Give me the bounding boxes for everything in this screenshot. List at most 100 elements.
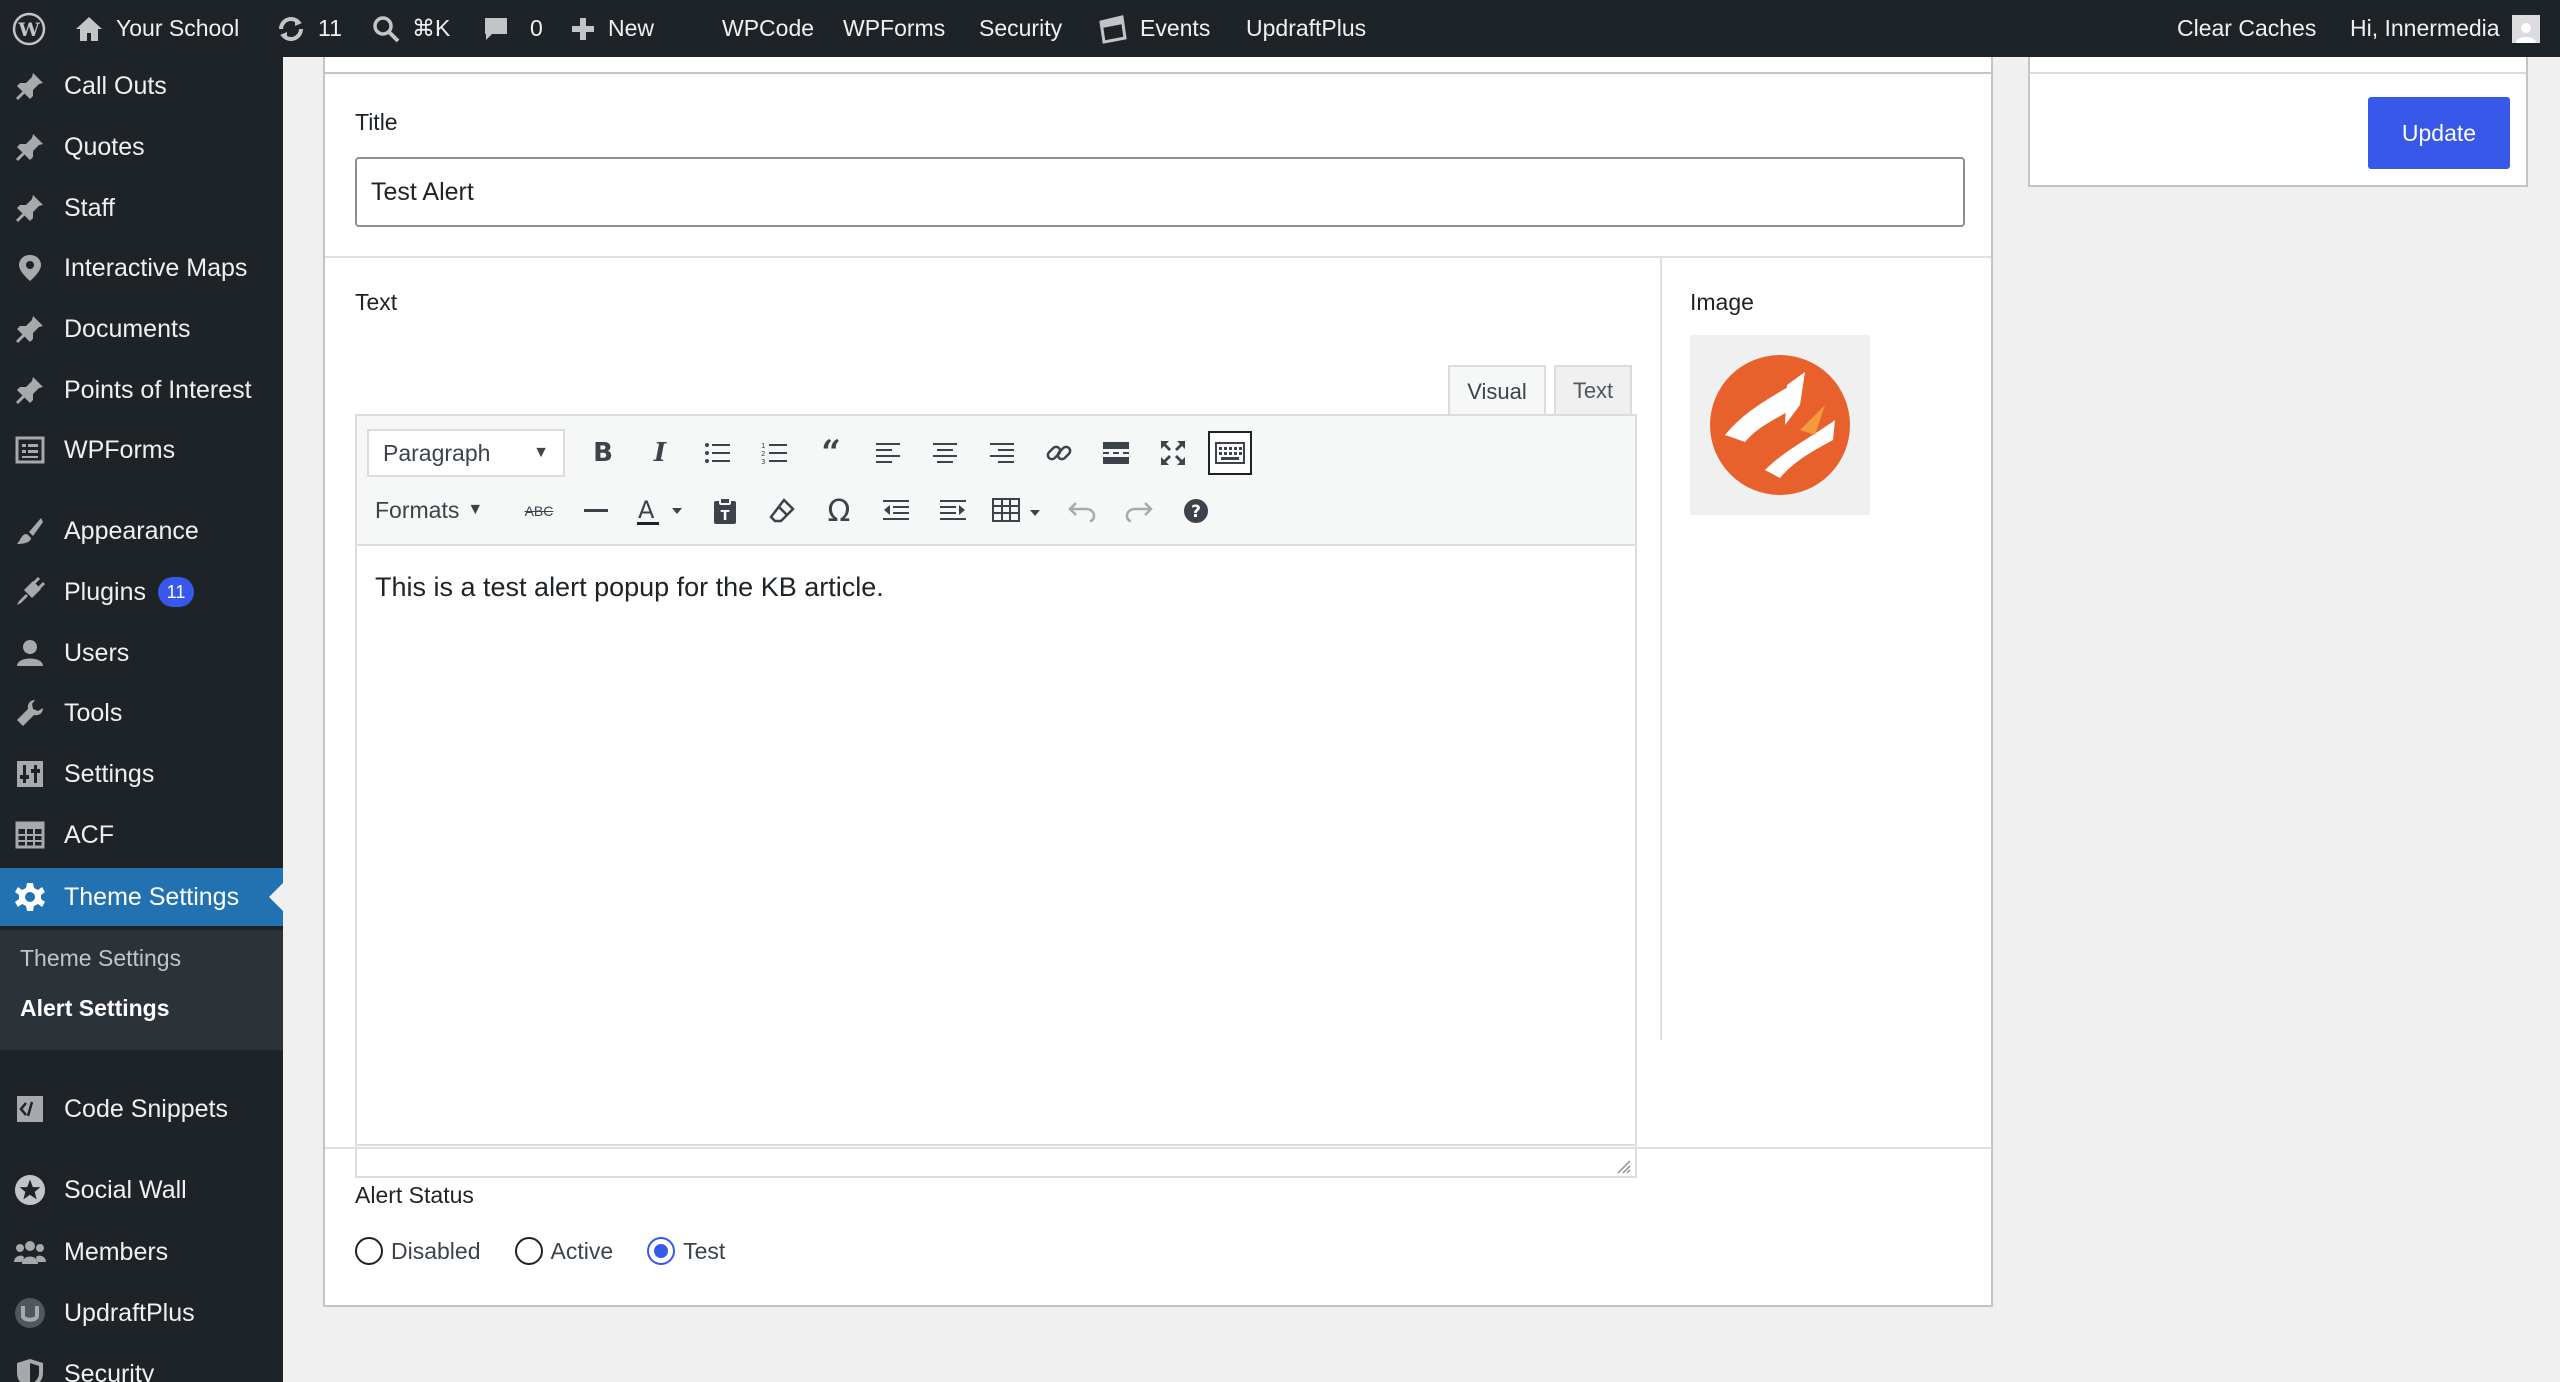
gear-icon <box>14 881 46 913</box>
calendar-icon <box>1098 14 1128 44</box>
radio-label: Disabled <box>391 1237 481 1264</box>
resize-handle-icon[interactable] <box>1615 1158 1631 1174</box>
editor-content-area[interactable]: This is a test alert popup for the KB ar… <box>357 546 1635 1146</box>
menu-documents[interactable]: Documents <box>0 300 283 358</box>
menu-call-outs[interactable]: Call Outs <box>0 57 283 115</box>
bullet-list-icon[interactable] <box>695 431 739 475</box>
dropdown-arrow-icon: ▼ <box>467 501 484 518</box>
tab-text[interactable]: Text <box>1554 365 1632 415</box>
indent-icon[interactable] <box>931 489 975 533</box>
wpcode-link[interactable]: WPCode <box>722 0 814 57</box>
menu-label: Users <box>64 638 130 667</box>
menu-label: Settings <box>64 759 155 788</box>
special-character-icon[interactable]: Ω <box>817 489 861 533</box>
outdent-icon[interactable] <box>874 489 918 533</box>
tab-visual[interactable]: Visual <box>1448 365 1546 417</box>
comments-link[interactable]: 0 <box>482 0 543 57</box>
search-icon <box>372 15 400 43</box>
svg-text:W: W <box>17 19 40 41</box>
numbered-list-icon[interactable]: 123 <box>752 431 796 475</box>
search-link[interactable]: ⌘K <box>372 0 450 57</box>
paste-text-icon[interactable]: T <box>703 489 747 533</box>
italic-icon[interactable]: I <box>638 431 682 475</box>
redo-icon[interactable] <box>1117 489 1161 533</box>
updates-count: 11 <box>318 15 342 41</box>
formats-dropdown[interactable]: Formats ▼ <box>375 488 483 532</box>
clear-formatting-icon[interactable] <box>760 489 804 533</box>
title-input[interactable] <box>355 157 1965 227</box>
radio-label: Active <box>550 1237 614 1264</box>
bold-icon[interactable]: B <box>581 431 625 475</box>
new-label: New <box>608 15 655 41</box>
status-option-disabled[interactable]: Disabled <box>355 1237 481 1265</box>
toolbar-toggle-icon[interactable] <box>1208 431 1252 475</box>
menu-acf[interactable]: ACF <box>0 806 283 864</box>
menu-label: Theme Settings <box>64 882 240 911</box>
menu-tools[interactable]: Tools <box>0 684 283 742</box>
updraftplus-link[interactable]: UpdraftPlus <box>1246 0 1366 57</box>
horizontal-line-icon[interactable] <box>574 489 618 533</box>
update-button[interactable]: Update <box>2368 97 2510 169</box>
alert-status-radio-group: Disabled Active Test <box>355 1237 759 1265</box>
menu-updraftplus[interactable]: UpdraftPlus <box>0 1284 283 1342</box>
read-more-icon[interactable] <box>1094 431 1138 475</box>
help-icon[interactable]: ? <box>1174 489 1218 533</box>
status-option-active[interactable]: Active <box>514 1237 614 1265</box>
pin-icon <box>14 374 46 406</box>
editor-paragraph: This is a test alert popup for the KB ar… <box>375 572 884 602</box>
events-link[interactable]: Events <box>1098 0 1210 57</box>
location-icon <box>14 252 46 284</box>
text-color-icon[interactable]: A <box>631 489 691 533</box>
alert-status-label: Alert Status <box>355 1182 474 1208</box>
table-icon[interactable] <box>988 489 1048 533</box>
svg-text:2: 2 <box>761 450 765 458</box>
link-icon[interactable] <box>1037 431 1081 475</box>
menu-members[interactable]: Members <box>0 1223 283 1281</box>
menu-staff[interactable]: Staff <box>0 179 283 237</box>
blockquote-icon[interactable]: “ <box>809 431 853 475</box>
menu-wpforms[interactable]: WPForms <box>0 421 283 479</box>
menu-label: Security <box>64 1359 155 1382</box>
social-icon <box>14 1174 46 1206</box>
align-left-icon[interactable] <box>866 431 910 475</box>
menu-social-wall[interactable]: Social Wall <box>0 1161 283 1219</box>
radio-test[interactable] <box>647 1237 676 1265</box>
undo-icon[interactable] <box>1060 489 1104 533</box>
radio-active[interactable] <box>514 1237 543 1265</box>
menu-points-of-interest[interactable]: Points of Interest <box>0 361 283 419</box>
admin-bar: W Your School 11 ⌘K 0 New WPCode WPForms… <box>0 0 2560 57</box>
menu-security[interactable]: Security <box>0 1345 283 1382</box>
my-account-link[interactable]: Hi, Innermedia <box>2350 0 2540 57</box>
menu-users[interactable]: Users <box>0 624 283 682</box>
comment-icon <box>482 15 510 43</box>
fullscreen-icon[interactable] <box>1151 431 1195 475</box>
wordpress-logo-icon[interactable]: W <box>12 0 46 57</box>
strikethrough-icon[interactable]: ABC <box>517 489 561 533</box>
new-content-link[interactable]: New <box>570 0 654 57</box>
menu-plugins[interactable]: Plugins 11 <box>0 563 283 621</box>
menu-quotes[interactable]: Quotes <box>0 118 283 176</box>
menu-label: Plugins <box>64 577 146 606</box>
wpforms-link[interactable]: WPForms <box>843 0 945 57</box>
wrench-icon <box>14 697 46 729</box>
image-preview[interactable] <box>1690 335 1870 515</box>
site-name: Your School <box>116 15 240 41</box>
menu-interactive-maps[interactable]: Interactive Maps <box>0 239 283 297</box>
status-option-test[interactable]: Test <box>647 1237 725 1265</box>
site-name-link[interactable]: Your School <box>74 0 239 57</box>
submenu-theme-settings[interactable]: Theme Settings <box>20 945 181 972</box>
pin-icon <box>14 70 46 102</box>
menu-appearance[interactable]: Appearance <box>0 502 283 560</box>
security-link[interactable]: Security <box>979 0 1062 57</box>
align-center-icon[interactable] <box>923 431 967 475</box>
updates-link[interactable]: 11 <box>276 0 342 57</box>
menu-code-snippets[interactable]: Code Snippets <box>0 1080 283 1138</box>
members-icon <box>14 1236 46 1268</box>
menu-settings[interactable]: Settings <box>0 745 283 803</box>
clear-caches-link[interactable]: Clear Caches <box>2177 0 2316 57</box>
submenu-alert-settings[interactable]: Alert Settings <box>20 995 170 1022</box>
paragraph-format-select[interactable]: Paragraph ▼ <box>367 429 565 477</box>
align-right-icon[interactable] <box>980 431 1024 475</box>
radio-disabled[interactable] <box>355 1237 383 1265</box>
menu-theme-settings[interactable]: Theme Settings <box>0 868 283 926</box>
